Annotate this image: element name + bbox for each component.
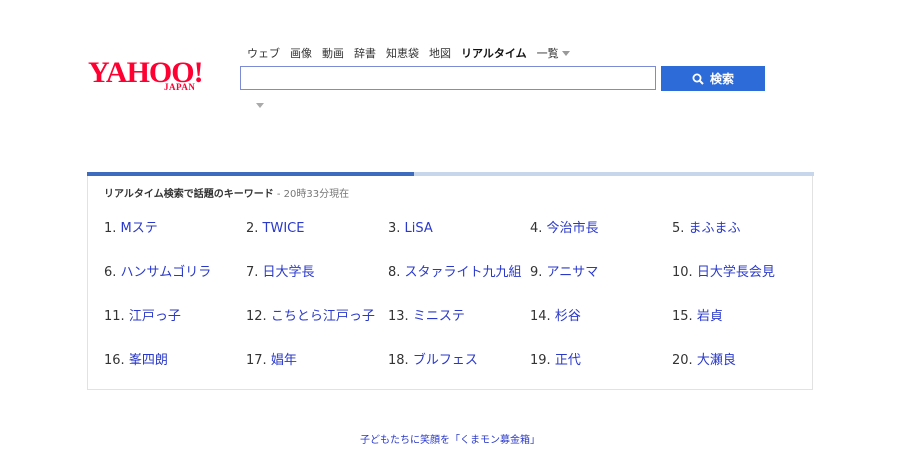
search-vertical-tabs: ウェブ 画像 動画 辞書 知恵袋 地図 リアルタイム 一覧 xyxy=(247,45,580,61)
trend-keyword: ブルフェス xyxy=(412,353,478,368)
trend-keyword-link[interactable]: 10. 日大学長会見 xyxy=(672,264,804,308)
trend-keyword-link[interactable]: 19. 正代 xyxy=(530,352,672,396)
trend-keyword-link[interactable]: 18. ブルフェス xyxy=(388,352,530,396)
trend-rank: 19. xyxy=(530,353,551,368)
trend-keyword-link[interactable]: 4. 今治市長 xyxy=(530,220,672,264)
trend-rank: 15. xyxy=(672,309,693,324)
trend-rank: 12. xyxy=(246,309,267,324)
tab-more[interactable]: 一覧 xyxy=(537,45,570,61)
trend-keyword: 娼年 xyxy=(270,353,297,368)
trend-keyword: ハンサムゴリラ xyxy=(120,265,212,280)
panel-title: リアルタイム検索で話題のキーワード xyxy=(104,189,274,200)
trend-keyword: 杉谷 xyxy=(554,309,581,324)
trend-keyword: 江戸っ子 xyxy=(128,309,181,324)
trend-rank: 16. xyxy=(104,353,125,368)
trend-keyword-link[interactable]: 9. アニサマ xyxy=(530,264,672,308)
chevron-down-icon xyxy=(256,103,264,108)
trend-rank: 6. xyxy=(104,265,117,280)
trend-rank: 17. xyxy=(246,353,267,368)
trend-rank: 7. xyxy=(246,265,259,280)
trend-keyword-link[interactable]: 11. 江戸っ子 xyxy=(104,308,246,352)
trend-keyword-link[interactable]: 5. まふまふ xyxy=(672,220,804,264)
trend-keyword: 日大学長 xyxy=(262,265,315,280)
trend-rank: 20. xyxy=(672,353,693,368)
trend-keyword-link[interactable]: 2. TWICE xyxy=(246,220,388,264)
trend-rank: 5. xyxy=(672,221,685,236)
trend-rank: 8. xyxy=(388,265,401,280)
logo-subtitle: JAPAN xyxy=(164,82,196,92)
yahoo-japan-logo[interactable]: YAHOO! JAPAN xyxy=(88,58,218,98)
trend-rank: 4. xyxy=(530,221,543,236)
trend-keyword: 峯四朗 xyxy=(128,353,168,368)
trend-keyword: 大瀬良 xyxy=(696,353,736,368)
trend-keyword: Mステ xyxy=(120,221,158,236)
trend-keyword: 日大学長会見 xyxy=(696,265,775,280)
trend-keyword-link[interactable]: 17. 娼年 xyxy=(246,352,388,396)
panel-timestamp: - 20時33分現在 xyxy=(273,189,350,200)
tab-images[interactable]: 画像 xyxy=(290,45,312,61)
chevron-down-icon xyxy=(561,50,570,56)
trend-rank: 13. xyxy=(388,309,409,324)
trend-keyword-link[interactable]: 13. ミニステ xyxy=(388,308,530,352)
update-progress-fill xyxy=(87,172,415,176)
tab-dictionary[interactable]: 辞書 xyxy=(354,45,376,61)
tab-web[interactable]: ウェブ xyxy=(247,45,280,61)
trend-keyword: ミニステ xyxy=(412,309,465,324)
trend-keyword: アニサマ xyxy=(546,265,599,280)
trend-rank: 14. xyxy=(530,309,551,324)
tab-realtime[interactable]: リアルタイム xyxy=(461,45,527,61)
trend-keyword: まふまふ xyxy=(688,221,741,236)
search-button[interactable]: 検索 xyxy=(661,66,765,91)
trend-keyword-link[interactable]: 14. 杉谷 xyxy=(530,308,672,352)
trend-keyword: 岩貞 xyxy=(696,309,723,324)
realtime-trends-panel: リアルタイム検索で話題のキーワード - 20時33分現在 1. Mステ 2. TW… xyxy=(87,172,814,390)
trend-keyword: TWICE xyxy=(262,221,305,236)
search-button-label: 検索 xyxy=(709,72,734,86)
trend-keyword-link[interactable]: 16. 峯四朗 xyxy=(104,352,246,396)
trend-rank: 18. xyxy=(388,353,409,368)
trend-rank: 10. xyxy=(672,265,693,280)
tab-chiebukuro[interactable]: 知恵袋 xyxy=(386,45,419,61)
trend-keyword-link[interactable]: 7. 日大学長 xyxy=(246,264,388,308)
footer-campaign-link[interactable]: 子どもたちに笑顔を「くまモン募金箱」 xyxy=(0,431,900,446)
tab-more-label: 一覧 xyxy=(536,47,559,60)
trend-rank: 9. xyxy=(530,265,543,280)
trend-rank: 11. xyxy=(104,309,125,324)
trend-keyword: 正代 xyxy=(554,353,581,368)
trend-keyword-link[interactable]: 1. Mステ xyxy=(104,220,246,264)
trend-keyword-link[interactable]: 15. 岩貞 xyxy=(672,308,804,352)
tab-video[interactable]: 動画 xyxy=(322,45,344,61)
trend-keyword-link[interactable]: 8. スタァライト九九組 xyxy=(388,264,530,308)
trend-keyword: こちとら江戸っ子 xyxy=(270,309,375,324)
trend-keyword-grid: 1. Mステ 2. TWICE 3. LiSA 4. 今治市長 5. まふまふ 6. ハン… xyxy=(104,220,804,396)
tab-map[interactable]: 地図 xyxy=(429,45,451,61)
trend-keyword-link[interactable]: 3. LiSA xyxy=(388,220,530,264)
trend-rank: 3. xyxy=(388,221,401,236)
input-assist-toggle[interactable] xyxy=(256,93,264,112)
trend-keyword-link[interactable]: 6. ハンサムゴリラ xyxy=(104,264,246,308)
trend-keyword: LiSA xyxy=(404,221,433,236)
panel-header: リアルタイム検索で話題のキーワード - 20時33分現在 xyxy=(104,185,349,200)
trend-keyword: 今治市長 xyxy=(546,221,599,236)
trend-keyword-link[interactable]: 20. 大瀬良 xyxy=(672,352,804,396)
trend-rank: 2. xyxy=(246,221,259,236)
update-progress-bar xyxy=(87,172,814,176)
trend-rank: 1. xyxy=(104,221,117,236)
search-input[interactable] xyxy=(240,66,656,90)
search-icon xyxy=(692,73,704,85)
trend-keyword-link[interactable]: 12. こちとら江戸っ子 xyxy=(246,308,388,352)
trend-keyword: スタァライト九九組 xyxy=(404,265,522,280)
